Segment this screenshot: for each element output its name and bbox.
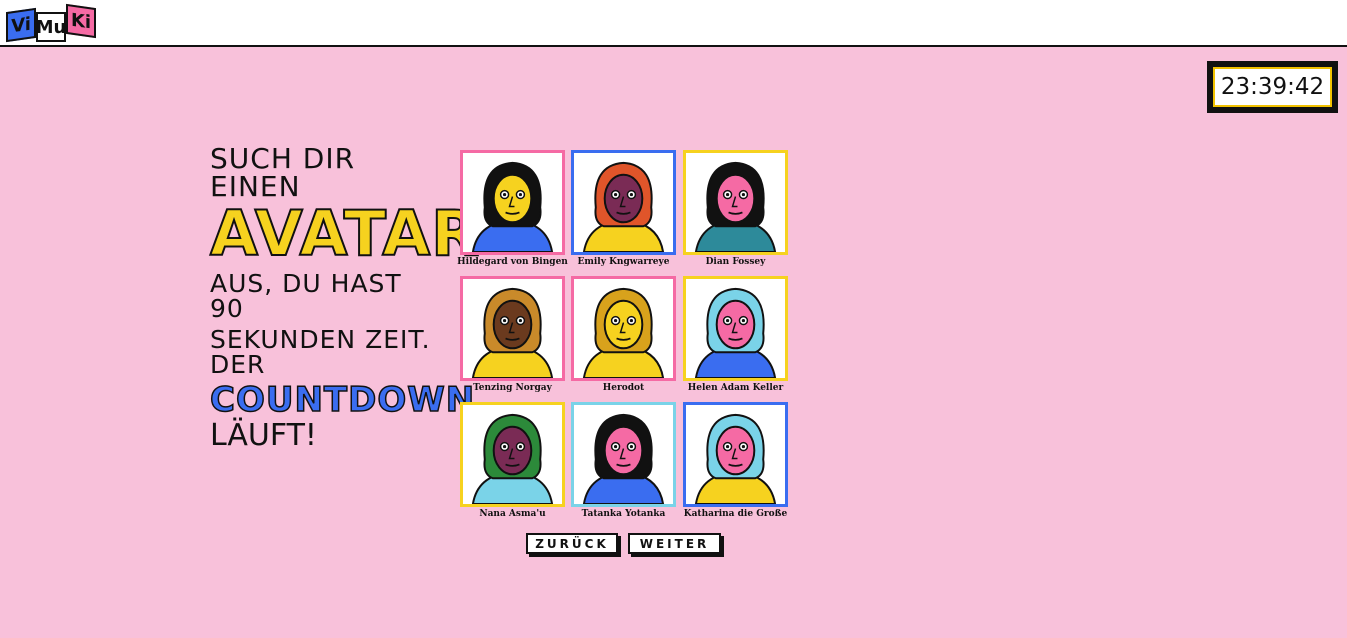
avatar-card[interactable]: Hildegard von Bingen [457, 150, 568, 274]
avatar-name: Nana Asma'u [479, 509, 546, 519]
avatar-portrait[interactable] [683, 402, 788, 507]
vimuki-logo[interactable]: Vi Mu Ki [6, 3, 98, 44]
logo-tile-mu: Mu [36, 12, 66, 42]
avatar-name: Tatanka Yotanka [581, 509, 666, 519]
timer-value: 23:39:42 [1213, 67, 1332, 107]
avatar-card[interactable]: Tatanka Yotanka [571, 402, 676, 526]
avatar-portrait[interactable] [460, 276, 565, 381]
portrait-illustration [694, 287, 777, 378]
instruction-headline: Such dir einen Avatar aus, du hast 90 Se… [209, 142, 480, 453]
avatar-card[interactable]: Nana Asma'u [460, 402, 565, 526]
portrait-illustration [471, 287, 554, 378]
avatar-name: Helen Adam Keller [687, 383, 784, 393]
avatar-card[interactable]: Tenzing Norgay [460, 276, 565, 400]
portrait-illustration [471, 413, 554, 504]
top-bar: Vi Mu Ki [0, 0, 1347, 47]
logo-letter-vi: Vi [11, 13, 31, 37]
avatar-name: Dian Fossey [705, 257, 766, 267]
avatar-portrait[interactable] [460, 150, 565, 255]
portrait-illustration [471, 161, 554, 252]
portrait-illustration [582, 413, 665, 504]
avatar-card[interactable]: Emily Kngwarreye [571, 150, 676, 274]
logo-letter-mu: Mu [35, 16, 67, 38]
headline-line-3: aus, du hast 90 [210, 269, 402, 323]
headline-line-4: Sekunden Zeit. Der [210, 325, 431, 379]
headline-avatar-word: Avatar [209, 197, 480, 270]
avatar-portrait[interactable] [683, 150, 788, 255]
countdown-timer: 23:39:42 [1207, 61, 1338, 113]
avatar-portrait[interactable] [571, 150, 676, 255]
avatar-card[interactable]: Katharina die Große [683, 402, 788, 526]
avatar-portrait[interactable] [571, 276, 676, 381]
portrait-illustration [694, 413, 777, 504]
avatar-portrait[interactable] [683, 276, 788, 381]
avatar-portrait[interactable] [460, 402, 565, 507]
headline-line-6: läuft! [210, 418, 317, 453]
avatar-name: Katharina die Große [683, 509, 788, 519]
portrait-illustration [582, 287, 665, 378]
portrait-illustration [582, 161, 665, 252]
portrait-illustration [694, 161, 777, 252]
avatar-card[interactable]: Helen Adam Keller [683, 276, 788, 400]
next-button[interactable]: WEITER [628, 533, 721, 554]
headline-countdown-word: Countdown [209, 380, 476, 420]
avatar-portrait[interactable] [571, 402, 676, 507]
back-button[interactable]: ZURÜCK [526, 533, 618, 554]
logo-tile-vi: Vi [6, 7, 36, 43]
avatar-name: Emily Kngwarreye [577, 257, 670, 267]
avatar-name: Herodot [602, 383, 645, 393]
avatar-name: Tenzing Norgay [473, 383, 552, 393]
headline-line-1: Such dir einen [210, 142, 356, 203]
logo-letter-ki: Ki [70, 9, 92, 33]
avatar-name: Hildegard von Bingen [457, 257, 568, 267]
logo-tile-ki: Ki [66, 3, 96, 39]
avatar-card[interactable]: Dian Fossey [683, 150, 788, 274]
avatar-card[interactable]: Herodot [571, 276, 676, 400]
